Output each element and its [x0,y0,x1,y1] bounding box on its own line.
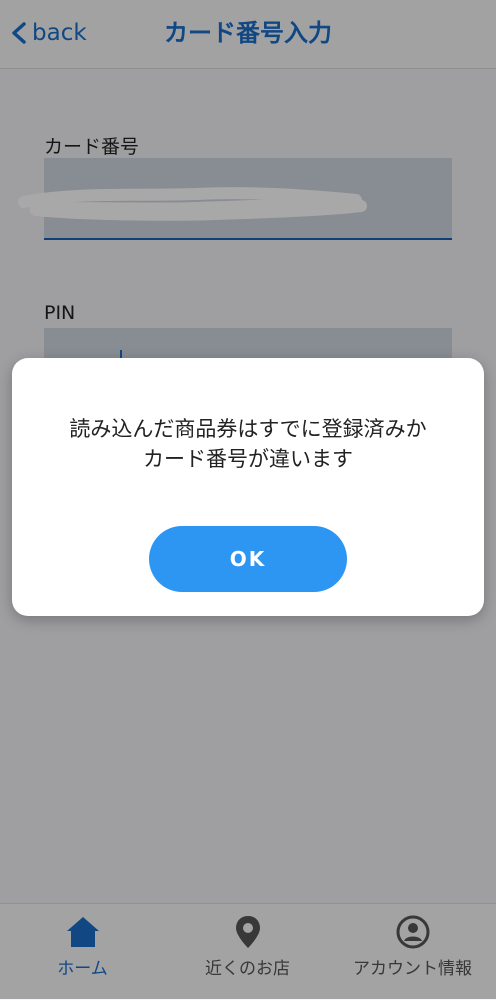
ok-button-label: OK [229,547,267,571]
ok-button[interactable]: OK [149,526,347,592]
dialog-message: 読み込んだ商品券はすでに登録済みか カード番号が違います [69,417,427,471]
alert-dialog: 読み込んだ商品券はすでに登録済みか カード番号が違います OK [12,358,484,616]
